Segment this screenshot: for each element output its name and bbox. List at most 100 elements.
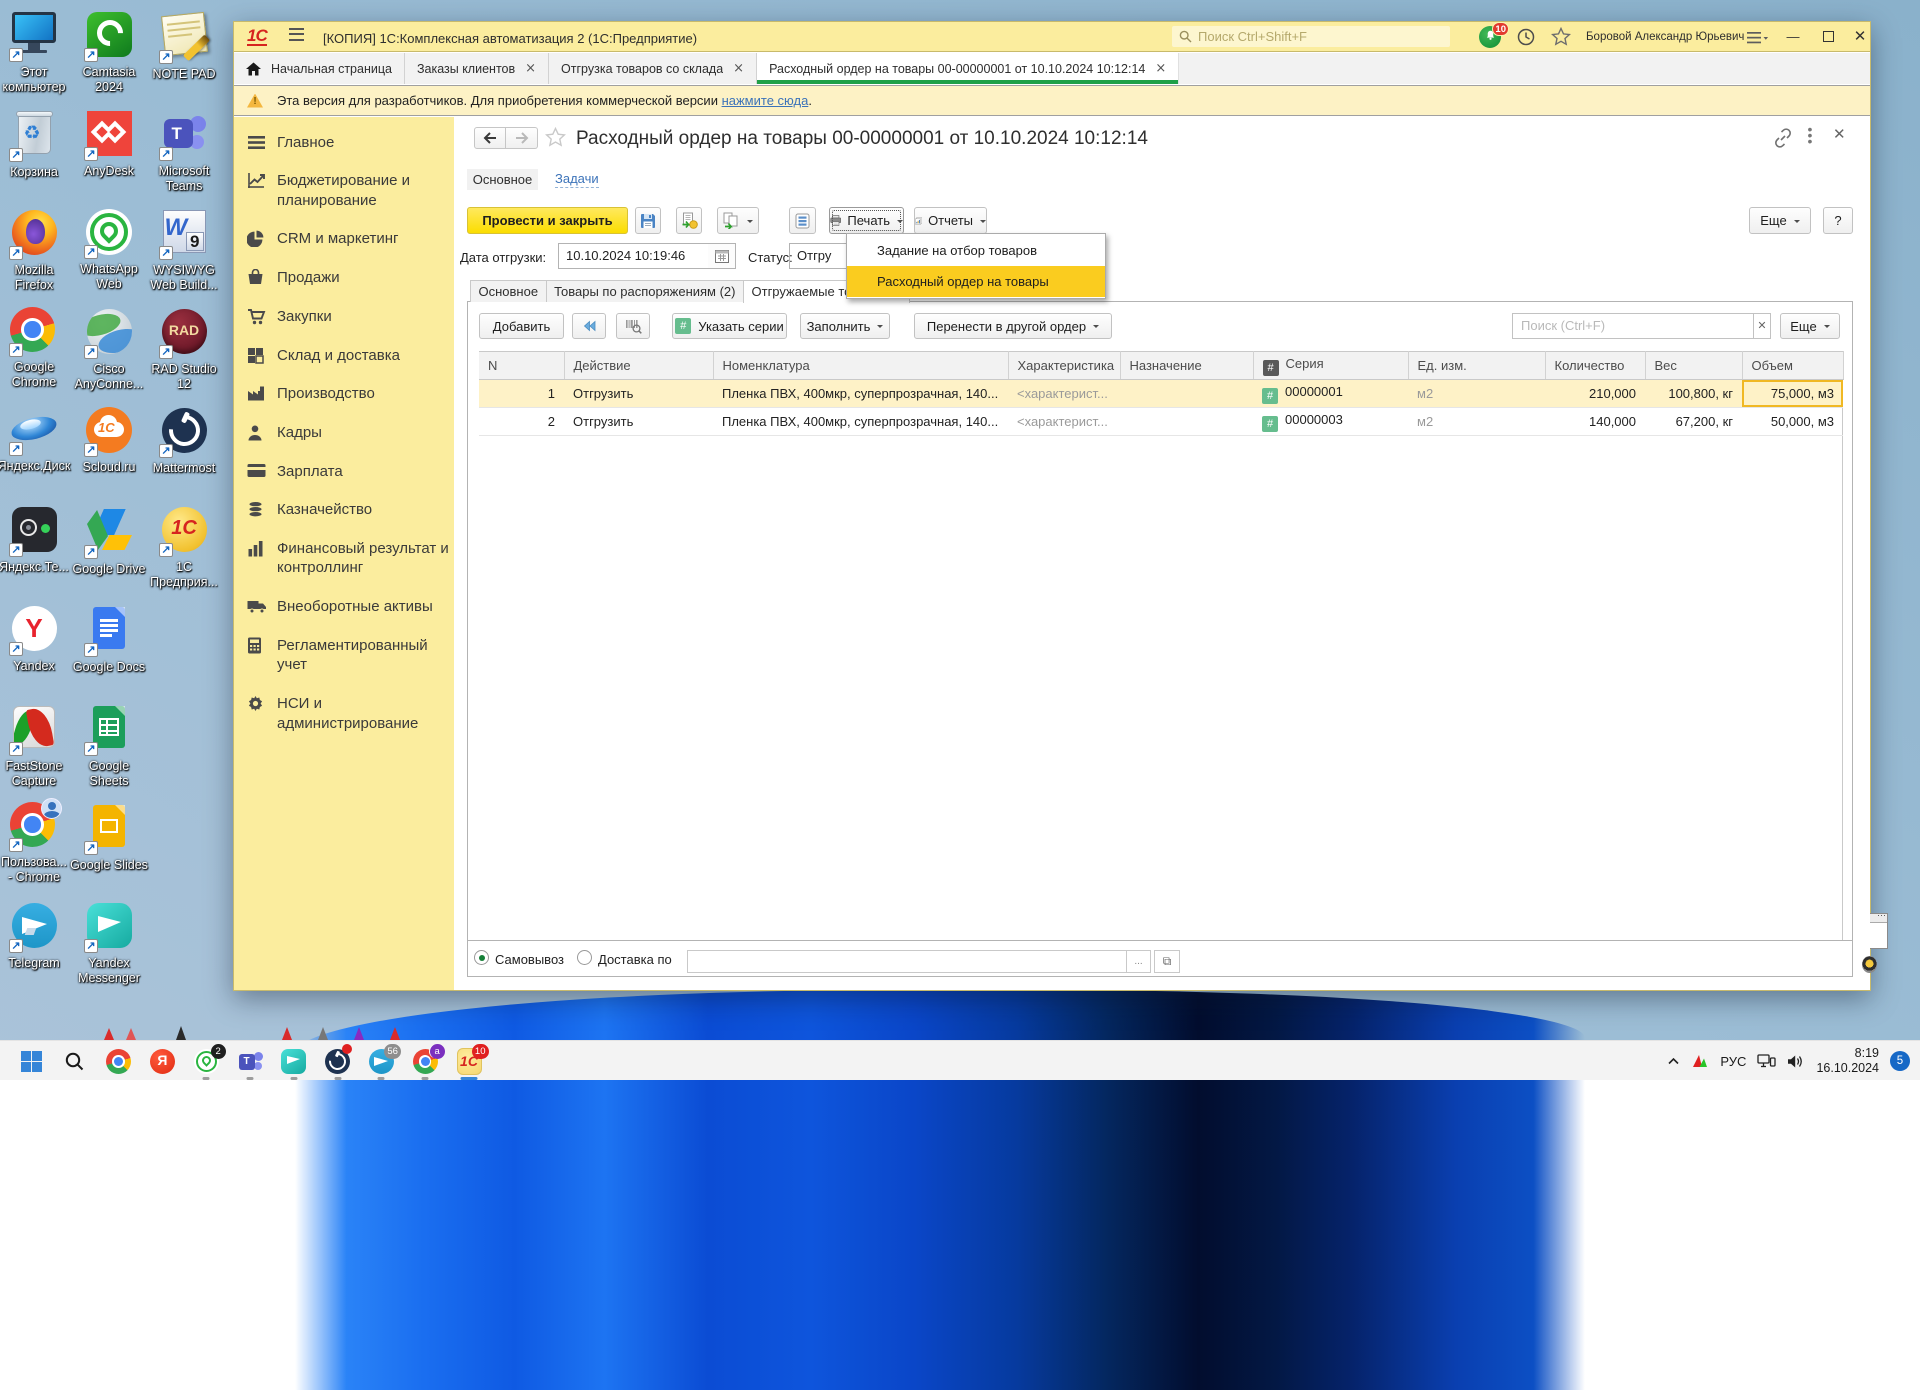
cell-purpose[interactable] bbox=[1120, 380, 1253, 408]
cell-weight[interactable]: 67,200, кг bbox=[1645, 408, 1742, 436]
close-button[interactable]: ✕ bbox=[1847, 25, 1873, 49]
print-menu-item-1[interactable]: Задание на отбор товаров bbox=[847, 235, 1105, 266]
delivery-radio[interactable] bbox=[577, 950, 592, 965]
clock[interactable]: 8:19 16.10.2024 bbox=[1816, 1046, 1879, 1076]
calendar-icon[interactable] bbox=[708, 243, 736, 269]
table-row-2[interactable]: 2ОтгрузитьПленка ПВХ, 400мкр, суперпрозр… bbox=[479, 408, 1843, 436]
sidebar-item-barchart[interactable]: Финансовый результат и контроллинг bbox=[234, 529, 454, 587]
col-header-0[interactable]: N bbox=[479, 352, 564, 380]
tray-chevron-icon[interactable] bbox=[1667, 1055, 1680, 1068]
sidebar-item-warehouse[interactable]: Склад и доставка bbox=[234, 336, 454, 375]
sidebar-item-calc[interactable]: Регламентированный учет bbox=[234, 626, 454, 684]
set-series-button[interactable]: # Указать серии bbox=[672, 313, 787, 339]
taskbar-icon-telegram[interactable]: 56 bbox=[369, 1049, 394, 1074]
col-header-9[interactable]: Объем bbox=[1742, 352, 1843, 380]
desktop-icon-camtasia[interactable]: ↗Camtasia 2024 bbox=[69, 10, 149, 94]
col-header-8[interactable]: Вес bbox=[1645, 352, 1742, 380]
nav-tasks-link[interactable]: Задачи bbox=[555, 171, 599, 188]
desktop-icon-yandex[interactable]: Y↗Yandex bbox=[0, 604, 74, 674]
sidebar-item-menu[interactable]: Главное bbox=[234, 123, 454, 162]
taskbar-icon-yandex-messenger[interactable] bbox=[281, 1049, 306, 1074]
cell-action[interactable]: Отгрузить bbox=[564, 380, 713, 408]
share-button[interactable] bbox=[572, 313, 606, 339]
cell-characteristic[interactable]: <характерист... bbox=[1008, 380, 1120, 408]
desktop-icon-onec[interactable]: 1С↗1С Предприя... bbox=[144, 505, 224, 589]
cell-action[interactable]: Отгрузить bbox=[564, 408, 713, 436]
language-indicator[interactable]: РУС bbox=[1720, 1054, 1746, 1069]
barcode-scan-button[interactable] bbox=[616, 313, 650, 339]
favorite-star-icon[interactable] bbox=[545, 127, 566, 148]
cell-serial[interactable]: #00000001 bbox=[1253, 380, 1408, 408]
taskbar-icon-start[interactable] bbox=[19, 1049, 44, 1074]
cell-qty[interactable]: 210,000 bbox=[1545, 380, 1645, 408]
favorites-star-icon[interactable] bbox=[1551, 27, 1571, 47]
create-based-on-button[interactable] bbox=[717, 207, 759, 234]
col-header-6[interactable]: Ед. изм. bbox=[1408, 352, 1545, 380]
add-row-button[interactable]: Добавить bbox=[479, 313, 564, 339]
clear-search-icon[interactable]: ✕ bbox=[1754, 313, 1771, 339]
sidebar-item-sales[interactable]: Продажи bbox=[234, 259, 454, 298]
desktop-icon-yatele[interactable]: ↗Яндекс.Те... bbox=[0, 505, 74, 575]
maximize-button[interactable] bbox=[1815, 25, 1841, 49]
taskbar-icon-chrome-profile[interactable]: a bbox=[413, 1049, 438, 1074]
cell-nomenclature[interactable]: Пленка ПВХ, 400мкр, суперпрозрачная, 140… bbox=[713, 408, 1008, 436]
move-to-order-button[interactable]: Перенести в другой ордер bbox=[914, 313, 1112, 339]
notifications-icon[interactable]: 10 bbox=[1479, 26, 1501, 48]
delivery-address-open-icon[interactable]: ⧉ bbox=[1154, 950, 1180, 973]
taskbar-icon-chrome[interactable] bbox=[106, 1049, 131, 1074]
sidebar-item-factory[interactable]: Производство bbox=[234, 375, 454, 414]
delivery-address-select-button[interactable]: ... bbox=[1127, 950, 1151, 973]
col-header-7[interactable]: Количество bbox=[1545, 352, 1645, 380]
cell-qty[interactable]: 140,000 bbox=[1545, 408, 1645, 436]
desktop-icon-yadisk[interactable]: ↗Яндекс.Диск bbox=[0, 406, 74, 474]
back-button[interactable] bbox=[474, 127, 506, 149]
sidebar-item-crm[interactable]: CRM и маркетинг bbox=[234, 220, 454, 259]
cell-serial[interactable]: #00000003 bbox=[1253, 408, 1408, 436]
cell-purpose[interactable] bbox=[1120, 408, 1253, 436]
desktop-icon-notepad[interactable]: ↗NOTE PAD bbox=[144, 10, 224, 82]
desktop-icon-gslides[interactable]: ↗Google Slides bbox=[69, 802, 149, 873]
taskbar-icon-teams[interactable]: T bbox=[238, 1049, 263, 1074]
desktop-icon-yamsg[interactable]: ↗Yandex Messenger bbox=[69, 901, 149, 985]
app-tab-2[interactable]: Отгрузка товаров со склада× bbox=[549, 53, 757, 84]
taskbar-icon-mattermost[interactable] bbox=[325, 1049, 350, 1074]
sidebar-item-truck[interactable]: Внеоборотные активы bbox=[234, 588, 454, 627]
table-search-input[interactable]: Поиск (Ctrl+F) bbox=[1512, 313, 1754, 339]
desktop-icon-cisco[interactable]: ↗Cisco AnyConne... bbox=[69, 307, 149, 391]
desktop-icon-firefox[interactable]: ↗Mozilla Firefox bbox=[0, 208, 74, 292]
pickup-radio[interactable] bbox=[474, 950, 489, 965]
cell-n[interactable]: 2 bbox=[479, 408, 564, 436]
sidebar-item-gear[interactable]: НСИ и администрирование bbox=[234, 684, 454, 742]
cell-volume[interactable]: 50,000, м3 bbox=[1742, 408, 1843, 436]
col-header-4[interactable]: Назначение bbox=[1120, 352, 1253, 380]
cell-volume[interactable]: 75,000, м3 bbox=[1742, 380, 1843, 408]
sidebar-item-plan[interactable]: Бюджетирование и планирование bbox=[234, 162, 454, 220]
subtab-goods-by-orders[interactable]: Товары по распоряжениям (2) bbox=[546, 280, 744, 302]
get-link-icon[interactable] bbox=[1772, 127, 1794, 149]
fill-button[interactable]: Заполнить bbox=[800, 313, 890, 339]
shipment-date-input[interactable]: 10.10.2024 10:19:46 bbox=[558, 243, 709, 269]
faststone-tray-icon[interactable] bbox=[1691, 1053, 1709, 1069]
cell-weight[interactable]: 100,800, кг bbox=[1645, 380, 1742, 408]
app-tab-0[interactable]: Начальная страница bbox=[234, 53, 405, 84]
history-icon[interactable] bbox=[1516, 27, 1536, 47]
desktop-icon-whatsapp[interactable]: ↗WhatsApp Web bbox=[69, 208, 149, 291]
cell-n[interactable]: 1 bbox=[479, 380, 564, 408]
global-search-input[interactable]: Поиск Ctrl+Shift+F bbox=[1172, 26, 1450, 47]
close-document-icon[interactable]: ✕ bbox=[1833, 125, 1846, 143]
service-menu-icon[interactable] bbox=[1747, 31, 1769, 46]
desktop-icon-anydesk[interactable]: ↗AnyDesk bbox=[69, 109, 149, 179]
volume-icon[interactable] bbox=[1787, 1054, 1805, 1069]
taskbar-icon-search[interactable] bbox=[62, 1049, 87, 1074]
sidebar-item-person[interactable]: Кадры bbox=[234, 413, 454, 452]
cell-nomenclature[interactable]: Пленка ПВХ, 400мкр, суперпрозрачная, 140… bbox=[713, 380, 1008, 408]
col-header-1[interactable]: Действие bbox=[564, 352, 713, 380]
tab-close-icon[interactable]: × bbox=[525, 61, 536, 76]
taskbar-icon-1c-enterprise[interactable]: 1С10 bbox=[457, 1049, 482, 1074]
more-options-icon[interactable]: ••• bbox=[1807, 126, 1813, 144]
save-button[interactable] bbox=[635, 207, 661, 234]
post-and-close-button[interactable]: Провести и закрыть bbox=[467, 207, 628, 234]
desktop-icon-chrome[interactable]: ↗Google Chrome bbox=[0, 307, 74, 389]
forward-button[interactable] bbox=[506, 127, 538, 149]
tab-close-icon[interactable]: × bbox=[1155, 61, 1166, 76]
